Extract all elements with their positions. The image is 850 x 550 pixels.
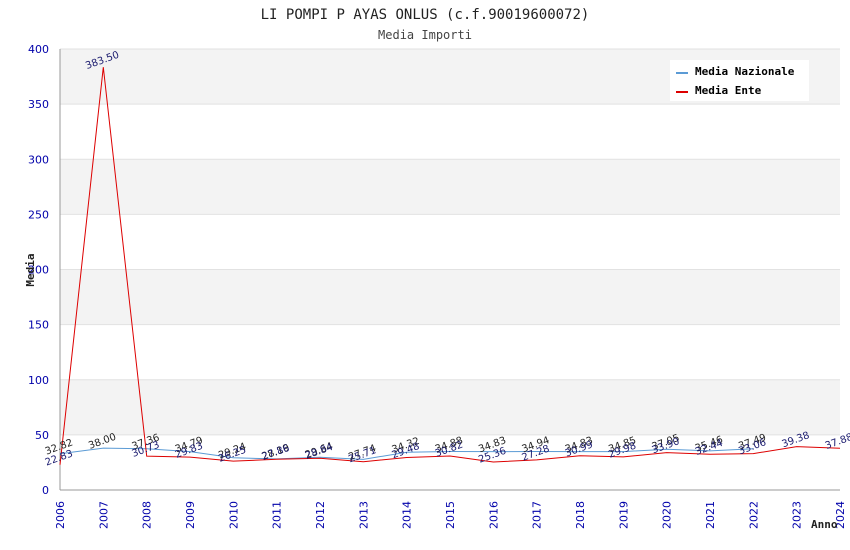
y-tick-label: 0	[42, 484, 49, 497]
legend-label-media-ente: Media Ente	[695, 84, 762, 97]
x-tick-label: 2019	[617, 501, 630, 529]
grid-band	[60, 159, 840, 215]
line-chart: 050100150200250300350400 2006 2007 2008 200…	[24, 7, 850, 531]
x-tick-label: 2022	[747, 501, 760, 529]
grid-band	[60, 269, 840, 325]
y-tick-label: 100	[28, 374, 49, 387]
x-tick-label: 2008	[141, 501, 154, 529]
grid-band	[60, 379, 840, 435]
x-tick-label: 2007	[97, 501, 110, 529]
x-tick-label: 2013	[357, 501, 370, 529]
x-tick-label: 2017	[531, 501, 544, 529]
x-tick-label: 2021	[704, 501, 717, 529]
x-tick-labels: 2006 2007 2008 2009 2010 2011 2012 2013 2014 2015…	[54, 501, 847, 529]
grid-band	[60, 104, 840, 160]
x-tick-label: 2016	[487, 501, 500, 529]
x-tick-label: 2018	[574, 501, 587, 529]
chart-title: LI POMPI P AYAS ONLUS (c.f.90019600072)	[261, 7, 590, 23]
chart-subtitle: Media Importi	[378, 28, 472, 42]
y-tick-label: 150	[28, 319, 49, 332]
y-tick-label: 300	[28, 153, 49, 166]
x-tick-label: 2023	[791, 501, 804, 529]
y-axis-label: Media	[24, 253, 37, 286]
y-tick-label: 250	[28, 208, 49, 221]
x-tick-label: 2011	[271, 501, 284, 529]
x-tick-label: 2014	[401, 501, 414, 529]
x-axis-label: Anno	[811, 518, 838, 531]
y-tick-label: 50	[35, 429, 49, 442]
x-tick-label: 2012	[314, 501, 327, 529]
x-tick-label: 2006	[54, 501, 67, 529]
x-tick-label: 2020	[661, 501, 674, 529]
x-tick-label: 2010	[227, 501, 240, 529]
y-tick-label: 350	[28, 98, 49, 111]
y-tick-label: 400	[28, 43, 49, 56]
x-tick-label: 2009	[184, 501, 197, 529]
grid-band	[60, 324, 840, 380]
grid-band	[60, 214, 840, 270]
legend: Media Nazionale Media Ente	[670, 60, 809, 101]
x-tick-label: 2015	[444, 501, 457, 529]
legend-label-media-nazionale: Media Nazionale	[695, 65, 795, 78]
